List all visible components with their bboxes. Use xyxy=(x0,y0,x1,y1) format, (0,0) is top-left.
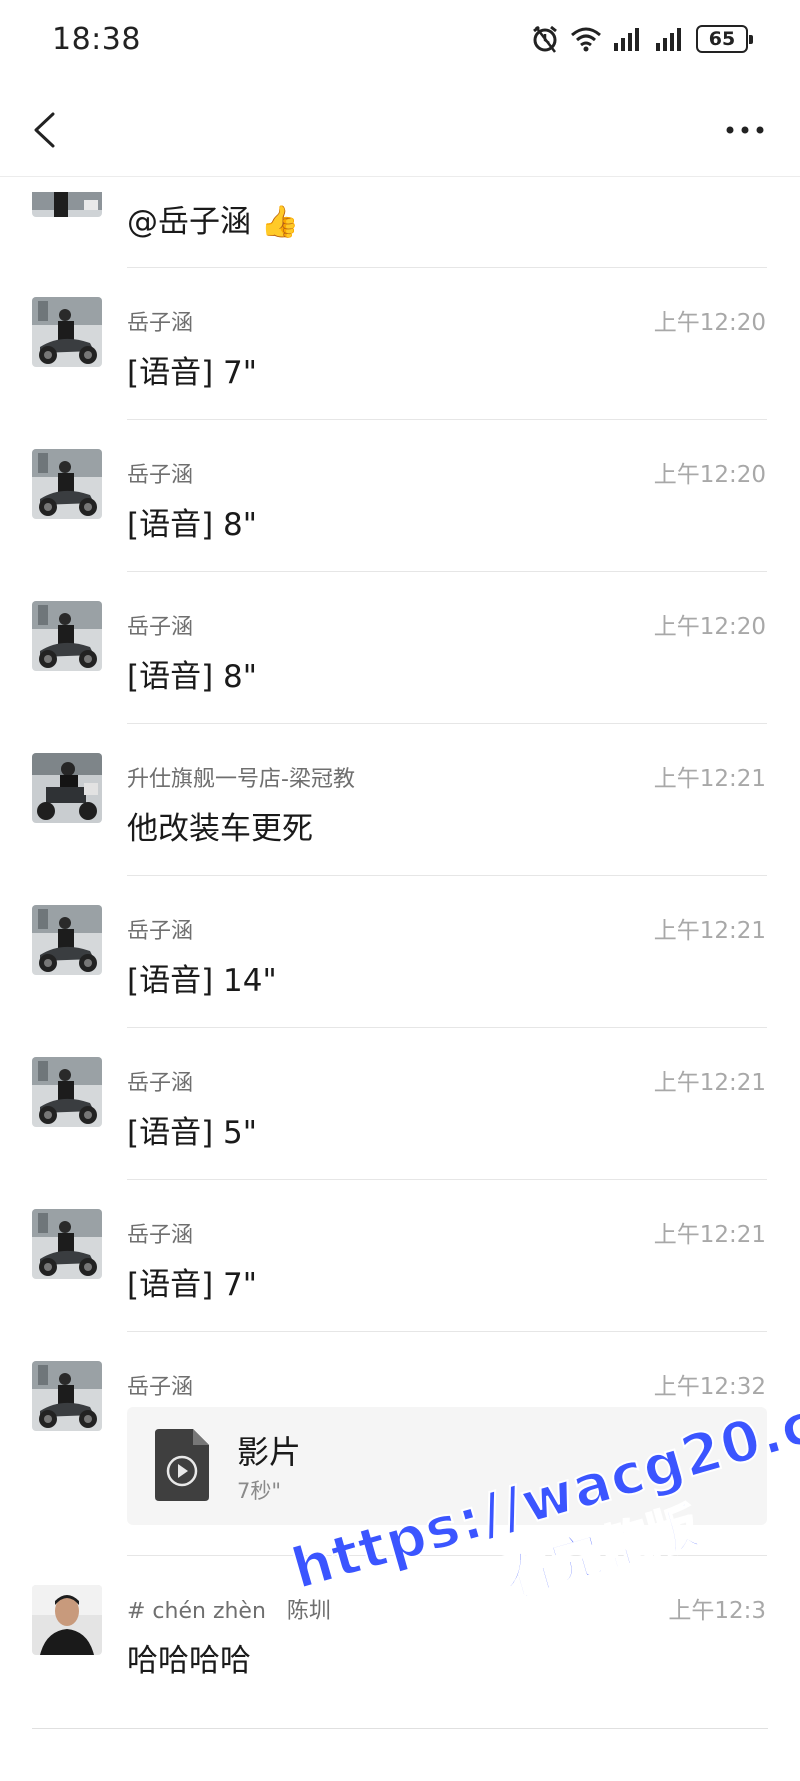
divider xyxy=(127,1555,767,1556)
sender-name: 岳子涵 xyxy=(127,1375,194,1400)
motorcycle-avatar xyxy=(32,1361,102,1431)
divider xyxy=(127,1027,767,1028)
message-content: 他改装车更死 xyxy=(127,811,313,847)
motorcycle-avatar xyxy=(32,1209,102,1279)
message-time: 上午12:20 xyxy=(653,462,766,488)
message-time: 上午12:21 xyxy=(653,1070,766,1096)
message-time: 上午12:21 xyxy=(653,918,766,944)
video-file-icon xyxy=(155,1429,209,1501)
message-content: 哈哈哈哈 xyxy=(127,1643,251,1679)
avatar[interactable] xyxy=(32,905,102,975)
avatar[interactable] xyxy=(32,177,102,217)
message-content: [语音] 5" xyxy=(127,1115,258,1151)
avatar[interactable] xyxy=(32,1361,102,1431)
avatar[interactable] xyxy=(32,753,102,823)
message-content: [语音] 8" xyxy=(127,507,258,543)
message-content: @岳子涵 👍 xyxy=(127,204,300,240)
motorcycle-avatar xyxy=(32,192,102,217)
message-list: @岳子涵 👍 岳子涵 上午12:20 [语音] 7" 岳子涵 上午12:20 [… xyxy=(0,0,800,1781)
rider-avatar xyxy=(32,753,102,823)
bottom-divider xyxy=(32,1728,768,1729)
avatar[interactable] xyxy=(32,297,102,367)
person-avatar xyxy=(32,1585,102,1655)
message-content: [语音] 7" xyxy=(127,355,258,391)
avatar[interactable] xyxy=(32,1057,102,1127)
motorcycle-avatar xyxy=(32,297,102,367)
sender-name: 岳子涵 xyxy=(127,1071,194,1096)
divider xyxy=(127,571,767,572)
sender-name: # chén zhèn 陈圳 xyxy=(127,1593,331,1625)
file-title: 影片 xyxy=(237,1433,302,1471)
sender-name: 岳子涵 xyxy=(127,1223,194,1248)
message-time: 上午12:20 xyxy=(653,614,766,640)
motorcycle-avatar xyxy=(32,449,102,519)
sender-name: 岳子涵 xyxy=(127,463,194,488)
divider xyxy=(127,1179,767,1180)
message-time: 上午12:21 xyxy=(653,766,766,792)
motorcycle-avatar xyxy=(32,1057,102,1127)
message-time: 上午12:32 xyxy=(653,1374,766,1400)
message-content: [语音] 8" xyxy=(127,659,258,695)
message-time: 上午12:3 xyxy=(668,1598,766,1624)
divider xyxy=(127,419,767,420)
sender-name: 岳子涵 xyxy=(127,311,194,336)
sender-hanzi: 陈圳 xyxy=(286,1599,331,1624)
motorcycle-avatar xyxy=(32,905,102,975)
file-duration: 7秒" xyxy=(237,1479,282,1503)
video-file-card[interactable]: 影片 7秒" xyxy=(127,1407,767,1525)
sender-name: 岳子涵 xyxy=(127,615,194,640)
sender-pinyin: # chén zhèn xyxy=(127,1599,266,1624)
divider xyxy=(127,267,767,268)
message-content: [语音] 7" xyxy=(127,1267,258,1303)
divider xyxy=(127,1331,767,1332)
divider xyxy=(127,723,767,724)
message-time: 上午12:21 xyxy=(653,1222,766,1248)
message-time: 上午12:20 xyxy=(653,310,766,336)
sender-name: 升仕旗舰一号店-梁冠教 xyxy=(127,767,355,792)
avatar[interactable] xyxy=(32,449,102,519)
sender-name: 岳子涵 xyxy=(127,919,194,944)
divider xyxy=(127,875,767,876)
avatar[interactable] xyxy=(32,1209,102,1279)
motorcycle-avatar xyxy=(32,601,102,671)
avatar[interactable] xyxy=(32,1585,102,1655)
avatar[interactable] xyxy=(32,601,102,671)
message-content: [语音] 14" xyxy=(127,963,277,999)
